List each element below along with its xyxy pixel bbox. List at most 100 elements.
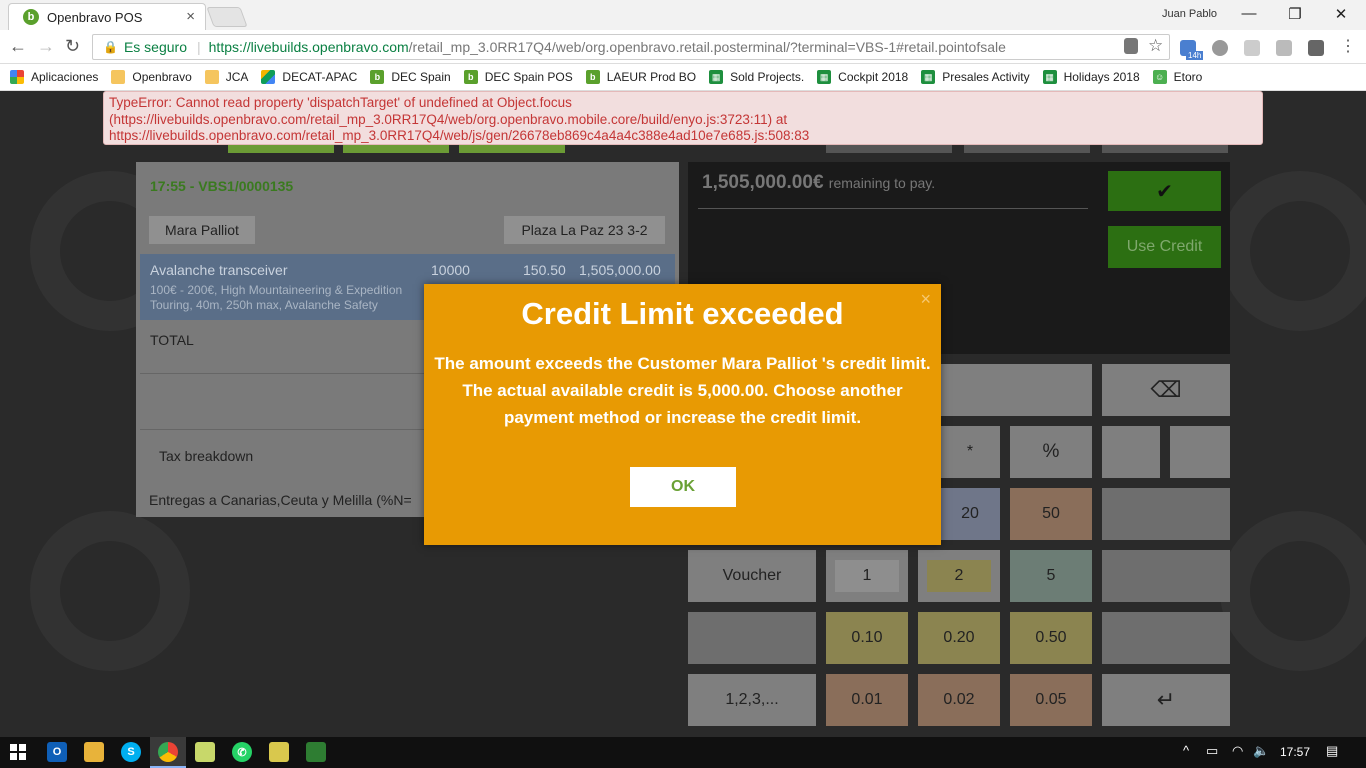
openbravo-icon: b	[585, 70, 600, 84]
key-0-10[interactable]: 0.10	[826, 612, 908, 664]
key-1-label: 1	[835, 560, 899, 592]
pdf-extension-icon[interactable]	[1276, 40, 1292, 56]
tab-title: Openbravo POS	[47, 9, 143, 25]
voucher-button[interactable]: Voucher	[688, 550, 816, 602]
toolbar-button[interactable]	[826, 145, 952, 153]
bookmark-openbravo[interactable]: Openbravo	[111, 70, 192, 84]
toolbar-button[interactable]	[228, 145, 334, 153]
bookmark-etoro[interactable]: ☺ Etoro	[1152, 70, 1202, 84]
extension-icon[interactable]	[1308, 40, 1324, 56]
total-label: TOTAL	[150, 332, 194, 348]
whatsapp-icon[interactable]: ✆	[232, 742, 252, 762]
file-explorer-icon[interactable]	[84, 742, 104, 762]
sequence-key[interactable]: 1,2,3,...	[688, 674, 816, 726]
chevron-up-icon[interactable]: ^	[1183, 743, 1189, 758]
key-0-50[interactable]: 0.50	[1010, 612, 1092, 664]
key-20[interactable]: 20	[940, 488, 1000, 540]
tax-line: Entregas a Canarias,Ceuta y Melilla (%N=	[149, 492, 412, 508]
credit-limit-dialog: × Credit Limit exceeded The amount excee…	[424, 284, 941, 545]
keypad-key[interactable]	[1102, 550, 1230, 602]
keypad-key[interactable]	[1170, 426, 1230, 478]
key-2-label: 2	[927, 560, 991, 592]
volume-icon[interactable]: 🔈	[1253, 743, 1269, 759]
url-divider: |	[197, 39, 201, 55]
toolbar-button[interactable]	[1102, 145, 1228, 153]
profile-name[interactable]: Juan Pablo	[1162, 8, 1217, 20]
back-icon[interactable]: ←	[9, 36, 27, 57]
tax-breakdown-label: Tax breakdown	[159, 448, 254, 464]
bookmark-dec-spain-pos[interactable]: b DEC Spain POS	[463, 70, 573, 84]
close-window-icon[interactable]: ✕	[1326, 5, 1356, 23]
secure-label: Es seguro	[123, 39, 187, 55]
maximize-icon[interactable]: ❐	[1280, 5, 1310, 23]
done-button[interactable]: ✔	[1108, 171, 1221, 211]
bookmarks-bar: Aplicaciones Openbravo JCA DECAT-APAC bD…	[0, 64, 1366, 91]
minimize-icon[interactable]: —	[1234, 5, 1264, 22]
keypad-key[interactable]	[1102, 488, 1230, 540]
multiply-key[interactable]: *	[940, 426, 1000, 478]
notepad-icon[interactable]	[195, 742, 215, 762]
keypad-key[interactable]	[1102, 426, 1160, 478]
start-icon[interactable]	[10, 744, 26, 760]
balloon-extension-icon[interactable]	[1212, 40, 1228, 56]
clock[interactable]: 17:57	[1280, 745, 1310, 759]
customer-button[interactable]: Mara Palliot	[149, 216, 255, 244]
toolbar-button[interactable]	[343, 145, 449, 153]
bookmark-jca[interactable]: JCA	[204, 70, 248, 84]
percent-key[interactable]: %	[1010, 426, 1092, 478]
bookmark-cockpit-2018[interactable]: ▦ Cockpit 2018	[817, 70, 908, 84]
bookmark-dec-spain[interactable]: b DEC Spain	[370, 70, 451, 84]
key-2[interactable]: 2	[918, 550, 1000, 602]
camera-extension-icon[interactable]	[1244, 40, 1260, 56]
bookmark-decat-apac[interactable]: DECAT-APAC	[261, 70, 357, 84]
skype-icon[interactable]: S	[121, 742, 141, 762]
bookmark-holidays-2018[interactable]: ▦ Holidays 2018	[1042, 70, 1140, 84]
bookmark-sold-projects[interactable]: ▦ Sold Projects.	[709, 70, 804, 84]
app-icon[interactable]	[269, 742, 289, 762]
network-app-icon[interactable]	[306, 742, 326, 762]
reload-icon[interactable]: ↻	[65, 36, 80, 57]
keypad-display[interactable]	[940, 364, 1092, 416]
site-settings-icon[interactable]	[1124, 38, 1138, 54]
key-0-02[interactable]: 0.02	[918, 674, 1000, 726]
sheet-icon: ▦	[921, 70, 936, 84]
key-0-05[interactable]: 0.05	[1010, 674, 1092, 726]
background-logo	[1220, 511, 1366, 671]
key-5[interactable]: 5	[1010, 550, 1092, 602]
forward-icon[interactable]: →	[37, 36, 55, 57]
key-50[interactable]: 50	[1010, 488, 1092, 540]
enter-key[interactable]: ↵	[1102, 674, 1230, 726]
bookmark-label: Aplicaciones	[31, 70, 99, 84]
address-button[interactable]: Plaza La Paz 23 3-2	[504, 216, 665, 244]
key-0-20[interactable]: 0.20	[918, 612, 1000, 664]
folder-icon	[111, 70, 126, 84]
battery-icon[interactable]: ▭	[1206, 743, 1218, 759]
openbravo-icon: b	[463, 70, 478, 84]
bookmark-aplicaciones[interactable]: Aplicaciones	[10, 70, 98, 84]
bookmark-star-icon[interactable]: ☆	[1148, 36, 1163, 56]
line-gross: 1,505,000.00	[579, 262, 661, 278]
close-tab-icon[interactable]: ×	[186, 8, 195, 25]
url-path: /retail_mp_3.0RR17Q4/web/org.openbravo.r…	[408, 39, 1006, 55]
outlook-icon[interactable]: O	[47, 742, 67, 762]
key-0-01[interactable]: 0.01	[826, 674, 908, 726]
url-bar[interactable]: 🔒 Es seguro | https://livebuilds.openbra…	[92, 34, 1170, 60]
new-tab-button[interactable]	[206, 7, 248, 27]
background-logo	[1220, 171, 1366, 331]
backspace-button[interactable]: ⌫	[1102, 364, 1230, 416]
ok-button[interactable]: OK	[630, 467, 736, 507]
toolbar-button[interactable]	[459, 145, 565, 153]
bookmark-presales-activity[interactable]: ▦ Presales Activity	[921, 70, 1030, 84]
menu-kebab-icon[interactable]: ⋮	[1340, 36, 1356, 56]
notifications-icon[interactable]: ▤	[1326, 743, 1338, 759]
toolbar-button[interactable]	[964, 145, 1090, 153]
keypad-key[interactable]	[1102, 612, 1230, 664]
browser-tab[interactable]: b Openbravo POS ×	[8, 3, 206, 30]
use-credit-button[interactable]: Use Credit	[1108, 226, 1221, 268]
wifi-icon[interactable]: ◠	[1232, 743, 1243, 759]
bookmark-label: Cockpit 2018	[838, 70, 909, 84]
key-1[interactable]: 1	[826, 550, 908, 602]
chrome-icon[interactable]	[158, 742, 178, 762]
bookmark-laeur-prod-bo[interactable]: b LAEUR Prod BO	[585, 70, 696, 84]
keypad-key[interactable]	[688, 612, 816, 664]
